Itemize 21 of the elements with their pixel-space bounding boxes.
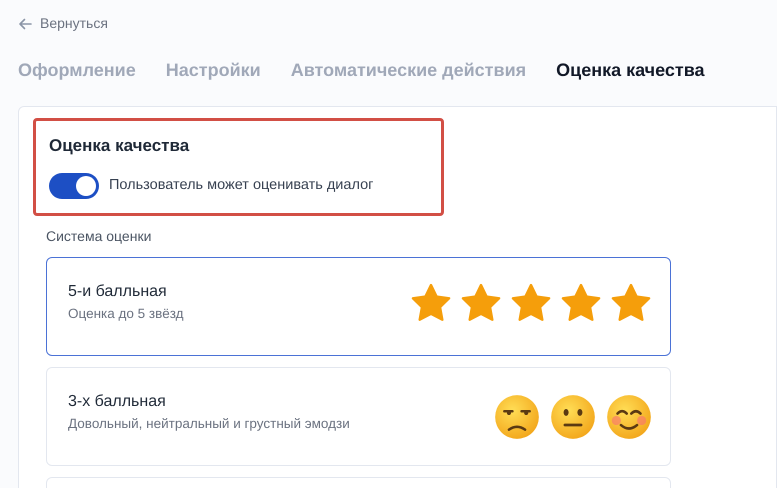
option-description: Довольный, нейтральный и грустный эмодзи [68,414,350,433]
option-title: 5-и балльная [68,282,168,302]
smiling-face-icon [606,394,652,440]
star-icon [560,282,602,322]
unamused-face-icon [494,394,540,440]
neutral-face-icon [550,394,596,440]
rating-option[interactable]: 5-и балльная Оценка до 5 звёзд [46,256,671,356]
star-icon [460,282,502,322]
arrow-left-icon [18,18,32,30]
star-icon [410,282,452,322]
section-label: Система оценки [46,226,152,246]
toggle-label: Пользователь может оценивать диалог [109,176,374,195]
tab[interactable]: Оценка качества [556,57,705,84]
section-title: Оценка качества [49,135,190,157]
star-icon [510,282,552,322]
toggle-switch[interactable] [49,172,99,198]
back-link[interactable]: Вернуться [18,0,108,34]
option-title: 3-х балльная [68,392,167,412]
option-description: Оценка до 5 звёзд [68,304,184,323]
star-icon [610,282,652,322]
rating-option[interactable]: 3-х балльная Довольный, нейтральный и грустный эмодзи [46,366,671,466]
